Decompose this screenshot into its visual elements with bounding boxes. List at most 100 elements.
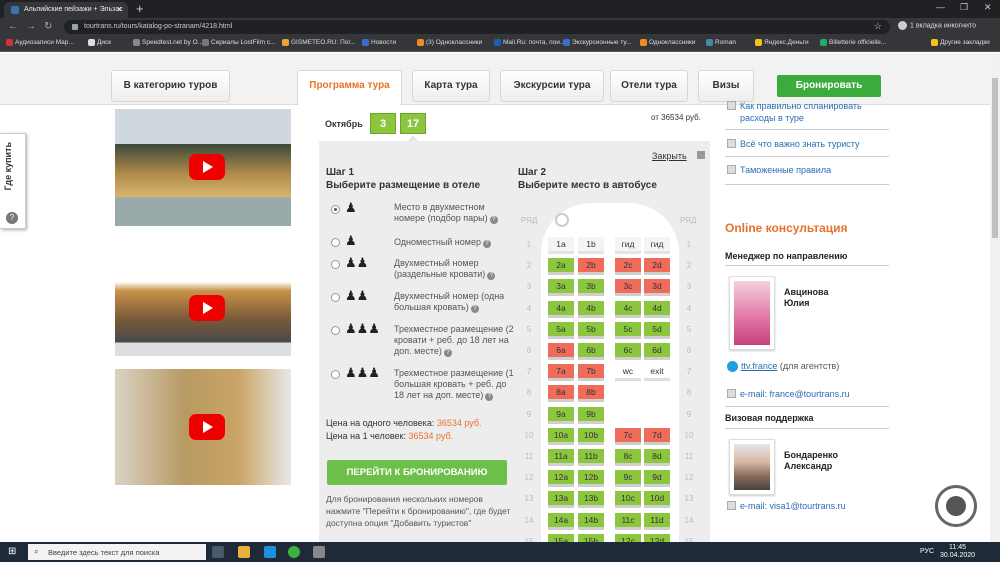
bookmark-item[interactable]: Speedtest.net by O...: [133, 39, 203, 46]
help-icon[interactable]: ?: [485, 393, 494, 401]
bus-seat[interactable]: 10d: [644, 491, 670, 508]
bus-seat[interactable]: 13a: [548, 491, 574, 508]
date-button-17[interactable]: 17: [400, 113, 426, 134]
option-label-4[interactable]: Двухместный номер (одна большая кровать)…: [394, 291, 518, 313]
close-link[interactable]: Закрыть: [652, 151, 687, 161]
bus-seat[interactable]: 5a: [548, 322, 574, 339]
bus-seat[interactable]: 12b: [578, 470, 604, 487]
date-button-3[interactable]: 3: [370, 113, 396, 134]
bus-seat[interactable]: 10a: [548, 428, 574, 445]
bus-seat[interactable]: 12c: [615, 534, 641, 542]
bus-seat[interactable]: 13b: [578, 491, 604, 508]
taskbar-clock[interactable]: 11:45 30.04.2020: [940, 544, 975, 560]
video-thumbnail-1[interactable]: [115, 109, 291, 226]
bus-seat[interactable]: 9b: [578, 407, 604, 424]
bus-seat[interactable]: 6b: [578, 343, 604, 360]
app-icon[interactable]: [313, 546, 325, 558]
bus-seat[interactable]: 10c: [615, 491, 641, 508]
link-customs[interactable]: Таможенные правила: [740, 164, 831, 176]
bus-seat[interactable]: 4b: [578, 301, 604, 318]
email-link-1[interactable]: e-mail: france@tourtrans.ru: [740, 388, 850, 400]
bus-seat[interactable]: 12a: [548, 470, 574, 487]
browser-tab[interactable]: Альпийские пейзажи + Эльзас ×: [4, 2, 128, 18]
bus-seat[interactable]: 10b: [578, 428, 604, 445]
play-icon[interactable]: [189, 154, 225, 180]
option-label-2[interactable]: Одноместный номер?: [394, 237, 518, 248]
forward-icon[interactable]: →: [26, 21, 36, 32]
option-label-5[interactable]: Трехместное размещение (2 кровати + реб.…: [394, 324, 518, 357]
chat-button[interactable]: [935, 485, 977, 527]
bookmark-item[interactable]: Сериалы LostFilm с...: [202, 39, 275, 46]
bus-seat[interactable]: 2a: [548, 258, 574, 275]
help-icon[interactable]: ?: [487, 272, 496, 280]
skype-link[interactable]: ttv.france: [741, 361, 777, 371]
chrome-icon[interactable]: [288, 546, 300, 558]
bus-seat[interactable]: 4c: [615, 301, 641, 318]
help-icon[interactable]: ?: [489, 216, 498, 224]
edge-icon[interactable]: [264, 546, 276, 558]
bus-seat[interactable]: 9c: [615, 470, 641, 487]
radio-option-1[interactable]: [331, 205, 340, 214]
bus-seat[interactable]: 9a: [548, 407, 574, 424]
url-input[interactable]: tourtrans.ru/tours/katalog-po-stranam/42…: [64, 20, 890, 34]
help-icon[interactable]: ?: [443, 349, 452, 357]
bus-seat[interactable]: 3b: [578, 279, 604, 296]
bookmark-item[interactable]: (3) Одноклассники: [417, 39, 482, 46]
incognito-indicator[interactable]: 1 вкладка инкогнито: [898, 21, 976, 30]
language-indicator[interactable]: РУС: [920, 548, 934, 555]
tab-tour-program[interactable]: Программа тура: [297, 70, 402, 106]
bus-seat[interactable]: 11c: [615, 513, 641, 530]
tab-tour-hotels[interactable]: Отели тура: [610, 70, 688, 102]
radio-option-4[interactable]: [331, 293, 340, 302]
bookmark-item[interactable]: Новости: [362, 39, 396, 46]
bus-seat[interactable]: 11a: [548, 449, 574, 466]
option-label-1[interactable]: Место в двухместном номере (подбор пары)…: [394, 202, 518, 224]
bus-seat[interactable]: 4a: [548, 301, 574, 318]
bus-seat[interactable]: 3a: [548, 279, 574, 296]
bookmark-item[interactable]: Диск: [88, 39, 111, 46]
bookmark-star-icon[interactable]: ☆: [874, 21, 882, 32]
bus-seat[interactable]: 15a: [548, 534, 574, 542]
window-close-icon[interactable]: ✕: [984, 2, 992, 13]
bus-seat[interactable]: 8d: [644, 449, 670, 466]
tab-tour-map[interactable]: Карта тура: [412, 70, 490, 102]
bus-seat[interactable]: 12d: [644, 534, 670, 542]
task-view-icon[interactable]: [212, 546, 224, 558]
link-expenses[interactable]: Как правильно спланировать расходы в тур…: [740, 100, 880, 124]
tab-visas[interactable]: Визы: [698, 70, 754, 102]
video-thumbnail-2[interactable]: [115, 263, 291, 356]
close-icon[interactable]: [697, 151, 705, 159]
radio-option-3[interactable]: [331, 260, 340, 269]
play-icon[interactable]: [189, 295, 225, 321]
bus-seat[interactable]: 14a: [548, 513, 574, 530]
minimize-icon[interactable]: —: [936, 2, 945, 12]
bookmark-item[interactable]: Mail.Ru: почта, пои...: [494, 39, 565, 46]
bookmark-item[interactable]: GISMETEO.RU: Пог...: [282, 39, 355, 46]
bus-seat[interactable]: 5b: [578, 322, 604, 339]
tab-tour-category[interactable]: В категорию туров: [111, 70, 230, 102]
new-tab-button[interactable]: +: [136, 1, 144, 16]
help-icon[interactable]: ?: [483, 240, 491, 248]
bus-seat[interactable]: 14b: [578, 513, 604, 530]
bookmark-item[interactable]: Одноклассники: [640, 39, 695, 46]
bus-seat[interactable]: 5c: [615, 322, 641, 339]
tab-close-icon[interactable]: ×: [117, 5, 122, 14]
where-to-buy-widget[interactable]: Где купить ?: [0, 133, 26, 229]
go-to-booking-button[interactable]: ПЕРЕЙТИ К БРОНИРОВАНИЮ: [327, 460, 507, 485]
bus-seat[interactable]: 15b: [578, 534, 604, 542]
bookmark-item[interactable]: Яндекс.Деньги: [755, 39, 809, 46]
bookmark-item[interactable]: Billetterie officielle...: [820, 39, 886, 46]
page-scrollbar[interactable]: [990, 53, 1000, 542]
option-label-3[interactable]: Двухместный номер (раздельные кровати)?: [394, 258, 518, 280]
help-icon[interactable]: ?: [470, 305, 479, 313]
taskbar-search[interactable]: ⌕ Введите здесь текст для поиска: [28, 544, 206, 560]
link-tourist-info[interactable]: Всё что важно знать туристу: [740, 138, 860, 150]
bookmark-item[interactable]: Аудиозаписи Мар...: [6, 39, 74, 46]
bookmark-item[interactable]: Roman: [706, 39, 736, 46]
bus-seat[interactable]: 6d: [644, 343, 670, 360]
radio-option-6[interactable]: [331, 370, 340, 379]
file-explorer-icon[interactable]: [238, 546, 250, 558]
play-icon[interactable]: [189, 414, 225, 440]
bookmark-item[interactable]: Экскурсионные ту...: [563, 39, 631, 46]
scrollbar-thumb[interactable]: [992, 78, 998, 238]
